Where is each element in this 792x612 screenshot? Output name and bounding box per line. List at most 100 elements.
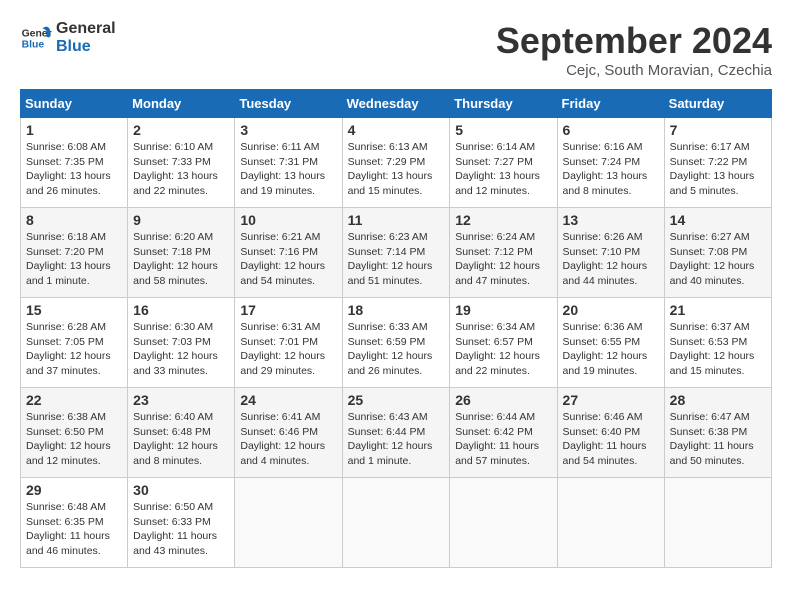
calendar-cell: 29 Sunrise: 6:48 AM Sunset: 6:35 PM Dayli… xyxy=(21,478,128,568)
day-number: 28 xyxy=(670,392,766,408)
day-number: 8 xyxy=(26,212,122,228)
calendar-cell: 2 Sunrise: 6:10 AM Sunset: 7:33 PM Daylig… xyxy=(128,118,235,208)
day-number: 30 xyxy=(133,482,229,498)
day-number: 19 xyxy=(455,302,551,318)
calendar-cell: 10Sunrise: 6:21 AM Sunset: 7:16 PM Dayli… xyxy=(235,208,342,298)
day-info: Sunrise: 6:30 AM Sunset: 7:03 PM Dayligh… xyxy=(133,320,229,379)
day-info: Sunrise: 6:36 AM Sunset: 6:55 PM Dayligh… xyxy=(563,320,659,379)
day-info: Sunrise: 6:37 AM Sunset: 6:53 PM Dayligh… xyxy=(670,320,766,379)
calendar-cell: 25Sunrise: 6:43 AM Sunset: 6:44 PM Dayli… xyxy=(342,388,450,478)
calendar-cell: 1 Sunrise: 6:08 AM Sunset: 7:35 PM Daylig… xyxy=(21,118,128,208)
day-info: Sunrise: 6:28 AM Sunset: 7:05 PM Dayligh… xyxy=(26,320,122,379)
day-info: Sunrise: 6:40 AM Sunset: 6:48 PM Dayligh… xyxy=(133,410,229,469)
calendar-week-3: 15 Sunrise: 6:28 AM Sunset: 7:05 PM Dayli… xyxy=(21,298,772,388)
day-info: Sunrise: 6:41 AM Sunset: 6:46 PM Dayligh… xyxy=(240,410,336,469)
calendar-table: SundayMondayTuesdayWednesdayThursdayFrid… xyxy=(20,89,772,568)
day-number: 13 xyxy=(563,212,659,228)
day-number: 29 xyxy=(26,482,122,498)
calendar-header: SundayMondayTuesdayWednesdayThursdayFrid… xyxy=(21,90,772,118)
calendar-cell: 8 Sunrise: 6:18 AM Sunset: 7:20 PM Daylig… xyxy=(21,208,128,298)
day-number: 22 xyxy=(26,392,122,408)
day-info: Sunrise: 6:33 AM Sunset: 6:59 PM Dayligh… xyxy=(348,320,445,379)
calendar-cell: 16 Sunrise: 6:30 AM Sunset: 7:03 PM Dayli… xyxy=(128,298,235,388)
day-info: Sunrise: 6:48 AM Sunset: 6:35 PM Dayligh… xyxy=(26,500,122,559)
calendar-cell xyxy=(342,478,450,568)
weekday-header-monday: Monday xyxy=(128,90,235,118)
calendar-cell: 20 Sunrise: 6:36 AM Sunset: 6:55 PM Dayli… xyxy=(557,298,664,388)
location: Cejc, South Moravian, Czechia xyxy=(496,62,772,79)
day-number: 1 xyxy=(26,122,122,138)
calendar-cell: 23 Sunrise: 6:40 AM Sunset: 6:48 PM Dayli… xyxy=(128,388,235,478)
day-number: 26 xyxy=(455,392,551,408)
day-info: Sunrise: 6:18 AM Sunset: 7:20 PM Dayligh… xyxy=(26,230,122,289)
day-info: Sunrise: 6:26 AM Sunset: 7:10 PM Dayligh… xyxy=(563,230,659,289)
calendar-cell: 11Sunrise: 6:23 AM Sunset: 7:14 PM Dayli… xyxy=(342,208,450,298)
calendar-cell: 5Sunrise: 6:14 AM Sunset: 7:27 PM Daylig… xyxy=(450,118,557,208)
day-number: 5 xyxy=(455,122,551,138)
day-number: 2 xyxy=(133,122,229,138)
calendar-week-2: 8 Sunrise: 6:18 AM Sunset: 7:20 PM Daylig… xyxy=(21,208,772,298)
day-info: Sunrise: 6:46 AM Sunset: 6:40 PM Dayligh… xyxy=(563,410,659,469)
weekday-header-saturday: Saturday xyxy=(664,90,771,118)
day-info: Sunrise: 6:11 AM Sunset: 7:31 PM Dayligh… xyxy=(240,140,336,199)
calendar-cell: 27 Sunrise: 6:46 AM Sunset: 6:40 PM Dayli… xyxy=(557,388,664,478)
day-info: Sunrise: 6:44 AM Sunset: 6:42 PM Dayligh… xyxy=(455,410,551,469)
day-info: Sunrise: 6:38 AM Sunset: 6:50 PM Dayligh… xyxy=(26,410,122,469)
weekday-header-thursday: Thursday xyxy=(450,90,557,118)
day-number: 12 xyxy=(455,212,551,228)
day-info: Sunrise: 6:20 AM Sunset: 7:18 PM Dayligh… xyxy=(133,230,229,289)
day-number: 23 xyxy=(133,392,229,408)
day-number: 17 xyxy=(240,302,336,318)
calendar-cell: 12Sunrise: 6:24 AM Sunset: 7:12 PM Dayli… xyxy=(450,208,557,298)
calendar-cell: 17 Sunrise: 6:31 AM Sunset: 7:01 PM Dayli… xyxy=(235,298,342,388)
day-info: Sunrise: 6:27 AM Sunset: 7:08 PM Dayligh… xyxy=(670,230,766,289)
calendar-cell: 30 Sunrise: 6:50 AM Sunset: 6:33 PM Dayli… xyxy=(128,478,235,568)
day-number: 10 xyxy=(240,212,336,228)
day-number: 20 xyxy=(563,302,659,318)
weekday-header-sunday: Sunday xyxy=(21,90,128,118)
day-number: 6 xyxy=(563,122,659,138)
logo-general: General xyxy=(56,20,116,38)
calendar-body: 1 Sunrise: 6:08 AM Sunset: 7:35 PM Daylig… xyxy=(21,118,772,568)
svg-text:Blue: Blue xyxy=(22,39,45,50)
logo-blue: Blue xyxy=(56,38,116,56)
calendar-cell: 26 Sunrise: 6:44 AM Sunset: 6:42 PM Dayli… xyxy=(450,388,557,478)
weekday-header-tuesday: Tuesday xyxy=(235,90,342,118)
calendar-cell: 22 Sunrise: 6:38 AM Sunset: 6:50 PM Dayli… xyxy=(21,388,128,478)
day-info: Sunrise: 6:08 AM Sunset: 7:35 PM Dayligh… xyxy=(26,140,122,199)
calendar-cell xyxy=(450,478,557,568)
calendar-cell: 14 Sunrise: 6:27 AM Sunset: 7:08 PM Dayli… xyxy=(664,208,771,298)
calendar-cell: 18 Sunrise: 6:33 AM Sunset: 6:59 PM Dayli… xyxy=(342,298,450,388)
day-number: 16 xyxy=(133,302,229,318)
day-info: Sunrise: 6:16 AM Sunset: 7:24 PM Dayligh… xyxy=(563,140,659,199)
calendar-cell: 3 Sunrise: 6:11 AM Sunset: 7:31 PM Daylig… xyxy=(235,118,342,208)
calendar-cell: 21Sunrise: 6:37 AM Sunset: 6:53 PM Dayli… xyxy=(664,298,771,388)
day-info: Sunrise: 6:10 AM Sunset: 7:33 PM Dayligh… xyxy=(133,140,229,199)
day-info: Sunrise: 6:50 AM Sunset: 6:33 PM Dayligh… xyxy=(133,500,229,559)
calendar-cell: 19Sunrise: 6:34 AM Sunset: 6:57 PM Dayli… xyxy=(450,298,557,388)
calendar-cell: 15 Sunrise: 6:28 AM Sunset: 7:05 PM Dayli… xyxy=(21,298,128,388)
calendar-week-4: 22 Sunrise: 6:38 AM Sunset: 6:50 PM Dayli… xyxy=(21,388,772,478)
calendar-cell: 9 Sunrise: 6:20 AM Sunset: 7:18 PM Daylig… xyxy=(128,208,235,298)
day-number: 14 xyxy=(670,212,766,228)
calendar-cell: 4Sunrise: 6:13 AM Sunset: 7:29 PM Daylig… xyxy=(342,118,450,208)
calendar-cell: 24 Sunrise: 6:41 AM Sunset: 6:46 PM Dayli… xyxy=(235,388,342,478)
title-block: September 2024 Cejc, South Moravian, Cze… xyxy=(496,20,772,79)
day-number: 18 xyxy=(348,302,445,318)
day-number: 15 xyxy=(26,302,122,318)
logo: General Blue General Blue xyxy=(20,20,116,55)
day-info: Sunrise: 6:31 AM Sunset: 7:01 PM Dayligh… xyxy=(240,320,336,379)
calendar-week-1: 1 Sunrise: 6:08 AM Sunset: 7:35 PM Daylig… xyxy=(21,118,772,208)
day-number: 9 xyxy=(133,212,229,228)
day-number: 27 xyxy=(563,392,659,408)
calendar-cell xyxy=(664,478,771,568)
calendar-cell: 7Sunrise: 6:17 AM Sunset: 7:22 PM Daylig… xyxy=(664,118,771,208)
day-number: 24 xyxy=(240,392,336,408)
weekday-header-wednesday: Wednesday xyxy=(342,90,450,118)
day-number: 3 xyxy=(240,122,336,138)
month-title: September 2024 xyxy=(496,20,772,62)
logo-icon: General Blue xyxy=(20,22,52,54)
day-number: 25 xyxy=(348,392,445,408)
day-number: 11 xyxy=(348,212,445,228)
calendar-cell xyxy=(235,478,342,568)
